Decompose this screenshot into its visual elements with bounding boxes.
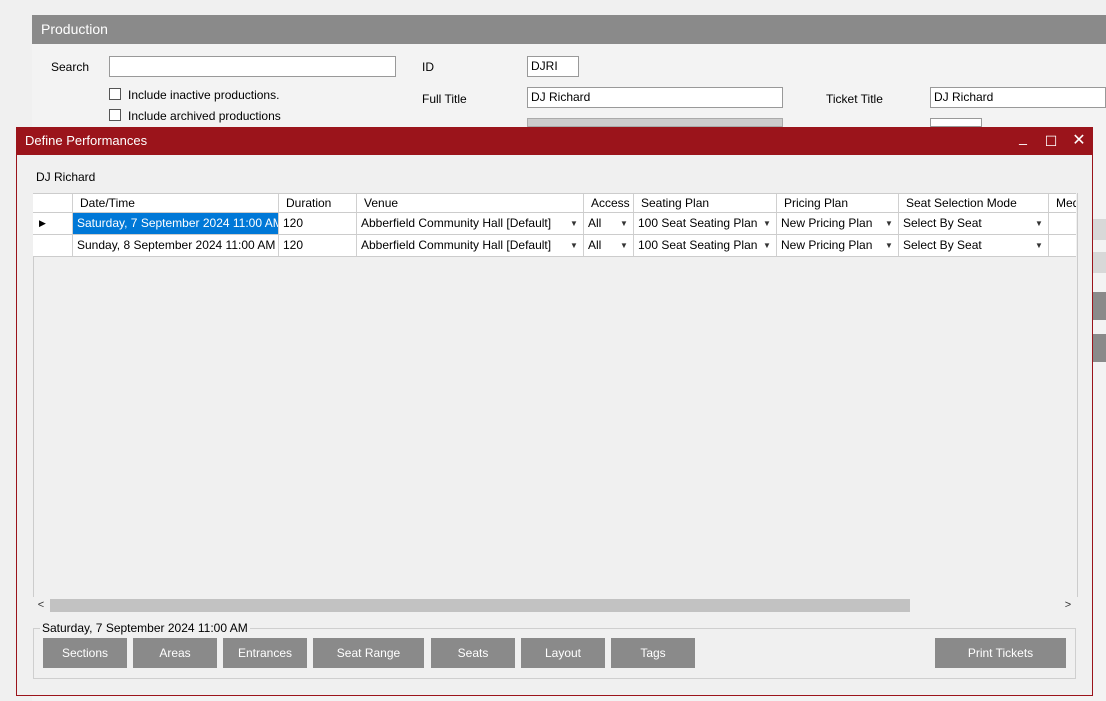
id-field[interactable]: DJRI <box>527 56 579 77</box>
cell-duration[interactable]: 120 <box>279 213 357 234</box>
cell-pricing-plan[interactable]: New Pricing Plan ▼ <box>777 213 899 234</box>
production-header: Production <box>32 15 1106 44</box>
maximize-icon[interactable]: ☐ <box>1037 127 1065 155</box>
cell-pricing-plan[interactable]: New Pricing Plan ▼ <box>777 235 899 256</box>
cell-seating-plan[interactable]: 100 Seat Seating Plan ▼ <box>634 213 777 234</box>
include-archived-label: Include archived productions <box>128 109 281 123</box>
background-button-2 <box>1093 334 1106 362</box>
row-selector[interactable] <box>33 235 73 256</box>
include-inactive-checkbox[interactable] <box>109 88 121 100</box>
background-strip-1 <box>1093 219 1106 240</box>
partial-field <box>930 118 982 127</box>
cell-seat-selection-mode[interactable]: Select By Seat ▼ <box>899 235 1049 256</box>
col-duration[interactable]: Duration <box>279 194 357 212</box>
cell-pricing-plan-value: New Pricing Plan <box>781 238 873 252</box>
background-button-1 <box>1093 292 1106 320</box>
production-name-label: DJ Richard <box>36 170 96 184</box>
cell-seat-selection-value: Select By Seat <box>903 216 982 230</box>
col-pricing-plan[interactable]: Pricing Plan <box>777 194 899 212</box>
include-archived-checkbox[interactable] <box>109 109 121 121</box>
full-title-label: Full Title <box>422 92 467 106</box>
ticket-title-label: Ticket Title <box>826 92 883 106</box>
layout-button[interactable]: Layout <box>521 638 605 668</box>
cell-datetime[interactable]: Sunday, 8 September 2024 11:00 AM <box>73 235 279 256</box>
chevron-down-icon[interactable]: ▼ <box>761 213 773 234</box>
cell-access-value: All <box>588 238 602 252</box>
cell-access-value: All <box>588 216 602 230</box>
cell-venue-value: Abberfield Community Hall [Default] <box>361 238 552 252</box>
cell-pricing-plan-value: New Pricing Plan <box>781 216 873 230</box>
cell-access[interactable]: All ▼ <box>584 235 634 256</box>
chevron-down-icon[interactable]: ▼ <box>1033 235 1045 256</box>
current-row-icon: ▶ <box>39 218 46 228</box>
venue-field-partial <box>527 118 783 127</box>
ticket-title-field[interactable]: DJ Richard <box>930 87 1106 108</box>
chevron-down-icon[interactable]: ▼ <box>618 213 630 234</box>
production-header-title: Production <box>41 21 108 37</box>
col-datetime[interactable]: Date/Time <box>73 194 279 212</box>
cell-media[interactable] <box>1049 235 1076 256</box>
row-selector[interactable]: ▶ <box>33 213 73 234</box>
chevron-down-icon[interactable]: ▼ <box>618 235 630 256</box>
sections-button[interactable]: Sections <box>43 638 127 668</box>
col-venue[interactable]: Venue <box>357 194 584 212</box>
table-row[interactable]: Sunday, 8 September 2024 11:00 AM 120 Ab… <box>33 235 1076 257</box>
cell-seating-plan-value: 100 Seat Seating Plan <box>638 238 758 252</box>
chevron-down-icon[interactable]: ▼ <box>883 235 895 256</box>
cell-venue[interactable]: Abberfield Community Hall [Default] ▼ <box>357 235 584 256</box>
cell-venue[interactable]: Abberfield Community Hall [Default] ▼ <box>357 213 584 234</box>
cell-seat-selection-mode[interactable]: Select By Seat ▼ <box>899 213 1049 234</box>
cell-access[interactable]: All ▼ <box>584 213 634 234</box>
id-label: ID <box>422 60 434 74</box>
grid-header: Date/Time Duration Venue Access Seating … <box>33 193 1076 213</box>
col-seating-plan[interactable]: Seating Plan <box>634 194 777 212</box>
chevron-down-icon[interactable]: ▼ <box>761 235 773 256</box>
print-tickets-button[interactable]: Print Tickets <box>935 638 1066 668</box>
chevron-down-icon[interactable]: ▼ <box>568 213 580 234</box>
table-row[interactable]: ▶ Saturday, 7 September 2024 11:00 AM 12… <box>33 213 1076 235</box>
cell-media[interactable] <box>1049 213 1076 234</box>
tags-button[interactable]: Tags <box>611 638 695 668</box>
chevron-down-icon[interactable]: ▼ <box>1033 213 1045 234</box>
entrances-button[interactable]: Entrances <box>223 638 307 668</box>
cell-seating-plan-value: 100 Seat Seating Plan <box>638 216 758 230</box>
areas-button[interactable]: Areas <box>133 638 217 668</box>
cell-venue-value: Abberfield Community Hall [Default] <box>361 216 552 230</box>
seat-range-button[interactable]: Seat Range <box>313 638 424 668</box>
dialog-titlebar: Define Performances _ ☐ ✕ <box>16 127 1093 155</box>
dialog-title: Define Performances <box>25 133 148 148</box>
full-title-field[interactable]: DJ Richard <box>527 87 783 108</box>
search-input[interactable] <box>109 56 396 77</box>
row-header-corner <box>33 194 73 212</box>
close-icon[interactable]: ✕ <box>1065 127 1093 155</box>
cell-seating-plan[interactable]: 100 Seat Seating Plan ▼ <box>634 235 777 256</box>
seats-button[interactable]: Seats <box>431 638 515 668</box>
cell-datetime[interactable]: Saturday, 7 September 2024 11:00 AM <box>73 213 279 234</box>
col-seat-selection-mode[interactable]: Seat Selection Mode <box>899 194 1049 212</box>
scroll-right-icon[interactable]: > <box>1060 597 1076 614</box>
col-access[interactable]: Access <box>584 194 634 212</box>
cell-seat-selection-value: Select By Seat <box>903 238 982 252</box>
scrollbar-thumb[interactable] <box>50 599 910 612</box>
chevron-down-icon[interactable]: ▼ <box>568 235 580 256</box>
selected-performance-label: Saturday, 7 September 2024 11:00 AM <box>40 620 250 636</box>
search-label: Search <box>51 60 90 74</box>
include-inactive-label: Include inactive productions. <box>128 88 280 102</box>
col-media[interactable]: Med <box>1049 194 1076 212</box>
chevron-down-icon[interactable]: ▼ <box>883 213 895 234</box>
background-strip-2 <box>1093 252 1106 273</box>
minimize-icon[interactable]: _ <box>1009 123 1037 151</box>
cell-duration[interactable]: 120 <box>279 235 357 256</box>
scroll-left-icon[interactable]: < <box>33 597 49 614</box>
